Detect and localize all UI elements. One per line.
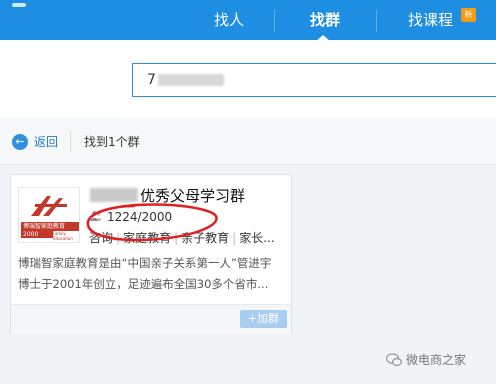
tag[interactable]: 家长... [239,231,274,245]
search-input[interactable]: 7 [132,63,496,97]
results-nav-bar [0,118,496,165]
brand-logo-icon [31,196,67,216]
watermark-text: 微电商之家 [406,353,467,367]
result-count-label: 找到1个群 [84,135,140,149]
new-badge: 新 [461,8,476,22]
tab-find-person[interactable]: 找人 [214,8,244,32]
join-group-button[interactable]: +加群 [240,310,287,328]
group-description: 博瑞智家庭教育是由“中国亲子关系第一人”管进宇博士于2001年创立，足迹遍布全国… [18,256,272,291]
avatar-brand-band: 博瑞智家庭教育 [21,222,79,231]
tab-find-group[interactable]: 找群 [310,8,340,32]
redacted-text [157,74,224,86]
back-arrow-icon[interactable]: ← [12,134,28,150]
nav-divider [70,131,71,153]
app-logo [0,0,36,12]
search-input-value: 7 [147,72,156,88]
group-avatar[interactable]: 博瑞智家庭教育 2000 Family Education [18,187,80,243]
avatar-year-band: 2000 [21,231,53,238]
tag-separator: | [232,231,237,245]
back-button[interactable]: 返回 [34,134,58,150]
annotation-circle [86,203,218,242]
tab-divider [274,10,275,32]
tab-divider [376,10,377,32]
watermark: 微电商之家 [386,352,466,368]
wechat-icon [386,353,402,366]
tab-find-course[interactable]: 找课程 [408,8,453,32]
